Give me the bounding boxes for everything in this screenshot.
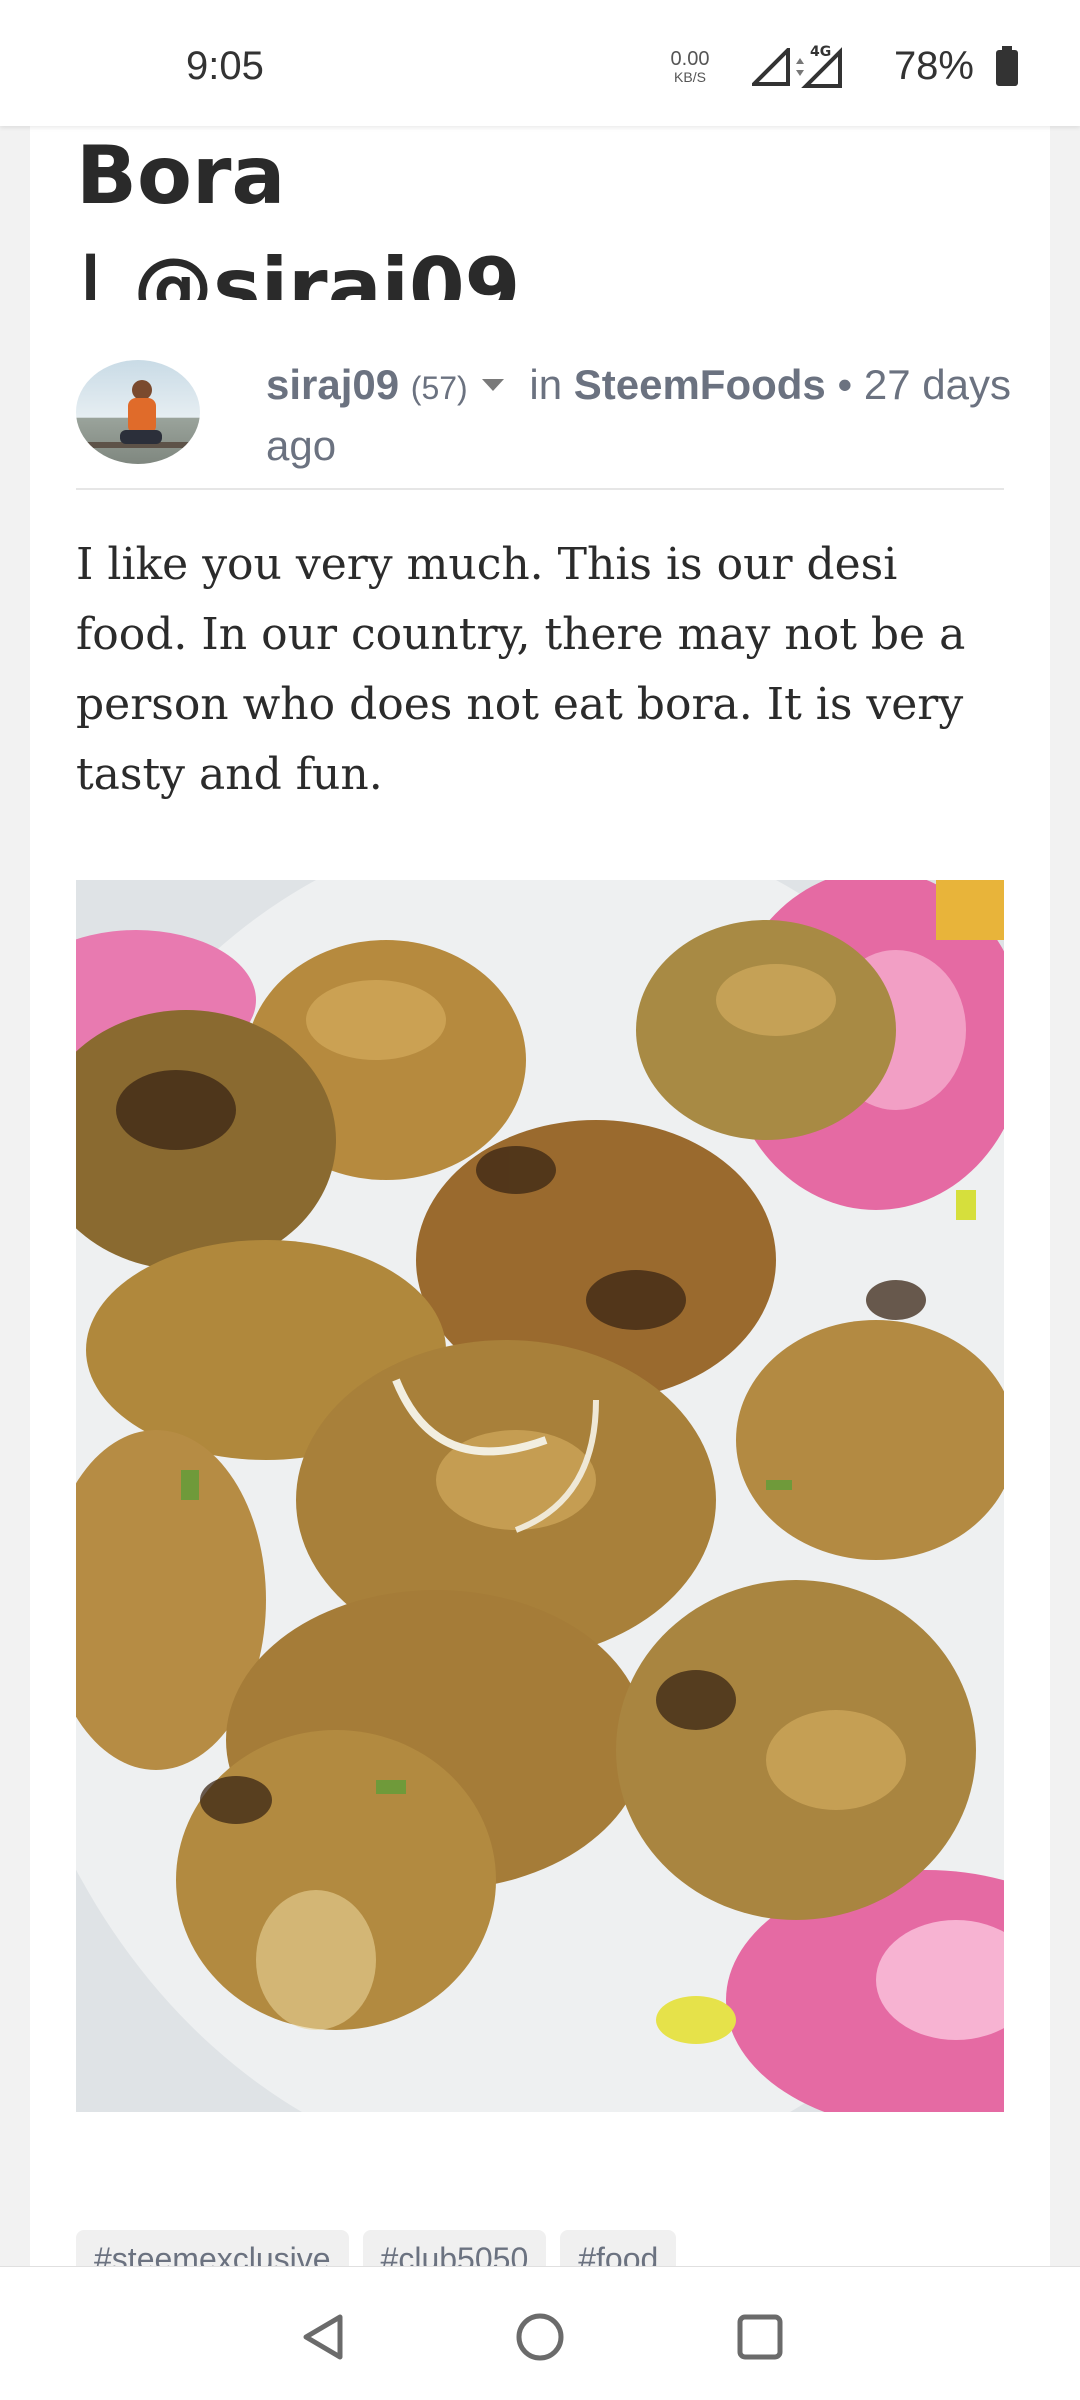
avatar[interactable] (76, 360, 200, 464)
caret-down-icon[interactable] (481, 378, 504, 391)
home-circle-icon[interactable] (512, 2309, 568, 2365)
meta-bullet: • (837, 361, 853, 408)
post-body: I like you very much. This is our desi f… (76, 539, 966, 800)
author-row: siraj09 (57) in SteemFoods • 27 days ago (76, 320, 1016, 480)
in-label: in (529, 361, 563, 408)
divider (76, 488, 1004, 490)
battery-icon (996, 46, 1018, 86)
net-speed: 0.00 KB/S (660, 48, 720, 86)
signal-icon (752, 48, 790, 86)
net-speed-value: 0.00 (670, 48, 710, 70)
recents-square-icon[interactable] (732, 2309, 788, 2365)
net-speed-unit: KB/S (674, 69, 706, 85)
community-link[interactable]: SteemFoods (574, 361, 826, 408)
navigation-bar (0, 2266, 1080, 2400)
network-type: 4G (810, 44, 831, 60)
back-triangle-icon[interactable] (296, 2309, 352, 2365)
post-meta: siraj09 (57) in SteemFoods • 27 days ago (266, 356, 1026, 475)
post-title-line2: | @siraj09 (76, 241, 521, 300)
status-bar: 9:05 0.00 KB/S 4G 78% (0, 0, 1080, 126)
author-link[interactable]: siraj09 (266, 361, 399, 408)
screen: Our native food is Bora | @siraj09 siraj… (0, 0, 1080, 2400)
author-reputation: (57) (410, 370, 468, 406)
post-card: Our native food is Bora | @siraj09 siraj… (30, 40, 1050, 2370)
status-time: 9:05 (186, 44, 264, 88)
status-icons: 0.00 KB/S 4G 78% (600, 42, 1020, 92)
lte-signal-icon: 4G (796, 44, 842, 88)
battery-percent: 78% (893, 44, 974, 88)
food-photo[interactable] (76, 880, 1004, 2112)
